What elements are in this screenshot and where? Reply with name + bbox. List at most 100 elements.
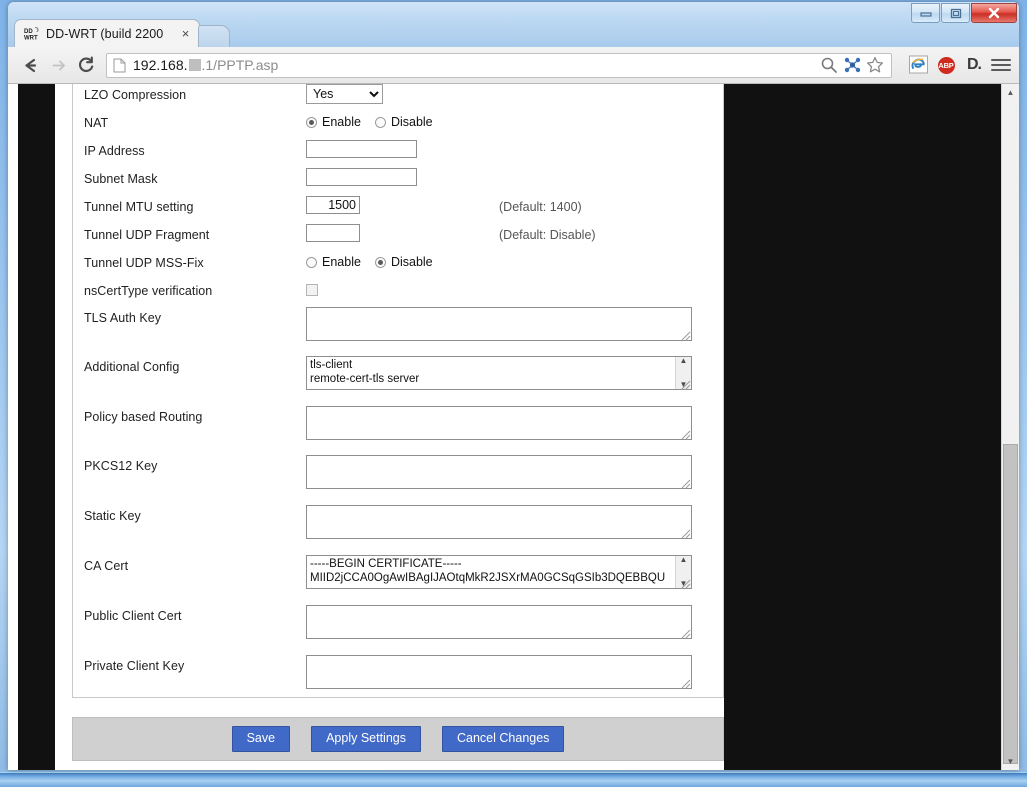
row-tunnel-udp-fragment: Tunnel UDP Fragment (Default: Disable)	[73, 224, 723, 252]
url-host: 192.168.	[133, 57, 188, 73]
radio-nat-enable-label: Enable	[322, 115, 361, 129]
row-additional-config: Additional Config ▲ ▼	[73, 356, 723, 406]
row-tunnel-udp-mss-fix: Tunnel UDP MSS-Fix Enable Disable	[73, 252, 723, 280]
disconnect-label: D.	[967, 56, 982, 73]
textarea-wrap-tls-auth-key	[306, 307, 692, 341]
textarea-wrap-pkcs12-key	[306, 455, 692, 489]
url-redacted-octet	[188, 59, 201, 71]
tab-close-icon[interactable]: ×	[178, 26, 193, 41]
label-lzo-compression: LZO Compression	[84, 88, 187, 102]
minimize-button[interactable]	[911, 3, 940, 23]
ie-tab-icon[interactable]	[907, 54, 929, 76]
label-tls-auth-key: TLS Auth Key	[84, 311, 162, 325]
apply-settings-button[interactable]: Apply Settings	[311, 726, 421, 752]
textarea-wrap-public-client-cert	[306, 605, 692, 639]
input-tunnel-udp-fragment[interactable]	[306, 224, 360, 242]
new-tab-button[interactable]	[198, 25, 230, 47]
radio-mss-enable-label: Enable	[322, 255, 361, 269]
textarea-private-client-key[interactable]	[306, 655, 692, 689]
page-document-icon	[113, 58, 126, 73]
select-lzo-compression[interactable]: Yes	[306, 84, 383, 104]
row-nat: NAT Enable Disable	[73, 112, 723, 140]
browser-window: DD WRT DD-WRT (build 2200 × 192.168. .1/…	[8, 2, 1019, 770]
radio-nat-disable[interactable]: Disable	[374, 115, 433, 129]
row-lzo-compression: LZO Compression Yes	[73, 84, 723, 112]
textarea-scrollbar-ca-cert[interactable]: ▲ ▼	[675, 556, 691, 588]
browser-menu-icon[interactable]	[991, 55, 1011, 75]
extension-icons: ABP D.	[907, 54, 1011, 76]
input-subnet-mask[interactable]	[306, 168, 417, 186]
radio-mss-disable[interactable]: Disable	[374, 255, 433, 269]
ddwrt-page: LZO Compression Yes NAT Enable Disable I…	[8, 84, 1002, 770]
textarea-public-client-cert[interactable]	[306, 605, 692, 639]
textarea-tls-auth-key[interactable]	[306, 307, 692, 341]
ddwrt-favicon: DD WRT	[24, 26, 40, 42]
adblock-plus-icon[interactable]: ABP	[935, 54, 957, 76]
hint-tunnel-mtu: (Default: 1400)	[499, 200, 582, 214]
page-left-gutter	[8, 84, 18, 770]
radio-nat-enable[interactable]: Enable	[306, 115, 361, 129]
textarea-pkcs12-key[interactable]	[306, 455, 692, 489]
forward-button[interactable]	[44, 51, 72, 79]
maximize-button[interactable]	[941, 3, 970, 23]
label-static-key: Static Key	[84, 509, 141, 523]
tab-strip: DD WRT DD-WRT (build 2200 ×	[14, 18, 230, 47]
omnibox-icons	[814, 56, 885, 75]
svg-text:DD: DD	[24, 29, 33, 35]
row-private-client-key: Private Client Key	[73, 655, 723, 705]
textarea-static-key[interactable]	[306, 505, 692, 539]
save-button[interactable]: Save	[231, 726, 291, 752]
url-path: .1/PPTP.asp	[201, 57, 279, 73]
input-ip-address[interactable]	[306, 140, 417, 158]
textarea-wrap-policy-based-routing	[306, 406, 692, 440]
hint-tunnel-udp-fragment: (Default: Disable)	[499, 228, 596, 242]
row-pkcs12-key: PKCS12 Key	[73, 455, 723, 505]
scroll-down-icon[interactable]: ▼	[680, 381, 688, 389]
page-scrollbar-thumb[interactable]	[1003, 444, 1018, 764]
radio-mss-enable[interactable]: Enable	[306, 255, 361, 269]
row-subnet-mask: Subnet Mask	[73, 168, 723, 196]
scroll-down-arrow-icon[interactable]: ▼	[1002, 753, 1019, 770]
taskbar[interactable]	[0, 772, 1027, 787]
input-tunnel-mtu[interactable]	[306, 196, 360, 214]
bookmark-star-icon[interactable]	[866, 56, 885, 75]
page-scrollbar[interactable]: ▲ ▼	[1001, 84, 1019, 770]
reload-button[interactable]	[72, 51, 100, 79]
close-window-button[interactable]	[971, 3, 1017, 23]
network-share-icon[interactable]	[843, 56, 862, 75]
cancel-changes-button[interactable]: Cancel Changes	[442, 726, 565, 752]
textarea-ca-cert[interactable]	[306, 555, 692, 589]
textarea-scrollbar-additional-config[interactable]: ▲ ▼	[675, 357, 691, 389]
tab-ddwrt[interactable]: DD WRT DD-WRT (build 2200 ×	[14, 19, 200, 47]
openvpn-settings-form: LZO Compression Yes NAT Enable Disable I…	[72, 84, 724, 698]
radio-nat-disable-dot	[374, 116, 386, 128]
form-action-bar: Save Apply Settings Cancel Changes	[72, 717, 724, 761]
row-static-key: Static Key	[73, 505, 723, 555]
row-tls-auth-key: TLS Auth Key	[73, 307, 723, 356]
scroll-up-icon[interactable]: ▲	[680, 357, 688, 365]
back-button[interactable]	[16, 51, 44, 79]
label-public-client-cert: Public Client Cert	[84, 609, 182, 623]
scroll-down-icon[interactable]: ▼	[680, 580, 688, 588]
window-controls	[910, 3, 1017, 23]
textarea-policy-based-routing[interactable]	[306, 406, 692, 440]
textarea-additional-config[interactable]	[306, 356, 692, 390]
row-nscerttype: nsCertType verification	[73, 280, 723, 307]
checkbox-nscerttype[interactable]	[306, 284, 318, 296]
radio-group-mss-fix: Enable Disable	[306, 252, 433, 269]
url-text: 192.168. .1/PPTP.asp	[133, 57, 278, 73]
svg-text:WRT: WRT	[24, 35, 38, 41]
row-ca-cert: CA Cert ▲ ▼	[73, 555, 723, 605]
abp-label: ABP	[937, 56, 955, 74]
label-nat: NAT	[84, 116, 109, 130]
row-policy-based-routing: Policy based Routing	[73, 406, 723, 455]
textarea-wrap-additional-config: ▲ ▼	[306, 356, 692, 390]
disconnect-icon[interactable]: D.	[963, 54, 985, 76]
row-tunnel-mtu: Tunnel MTU setting (Default: 1400)	[73, 196, 723, 224]
url-bar[interactable]: 192.168. .1/PPTP.asp	[106, 52, 892, 78]
browser-toolbar: 192.168. .1/PPTP.asp ABP D.	[8, 47, 1019, 84]
label-subnet-mask: Subnet Mask	[84, 172, 158, 186]
scroll-up-icon[interactable]: ▲	[680, 556, 688, 564]
search-icon[interactable]	[820, 56, 839, 75]
scroll-up-arrow-icon[interactable]: ▲	[1002, 84, 1019, 101]
